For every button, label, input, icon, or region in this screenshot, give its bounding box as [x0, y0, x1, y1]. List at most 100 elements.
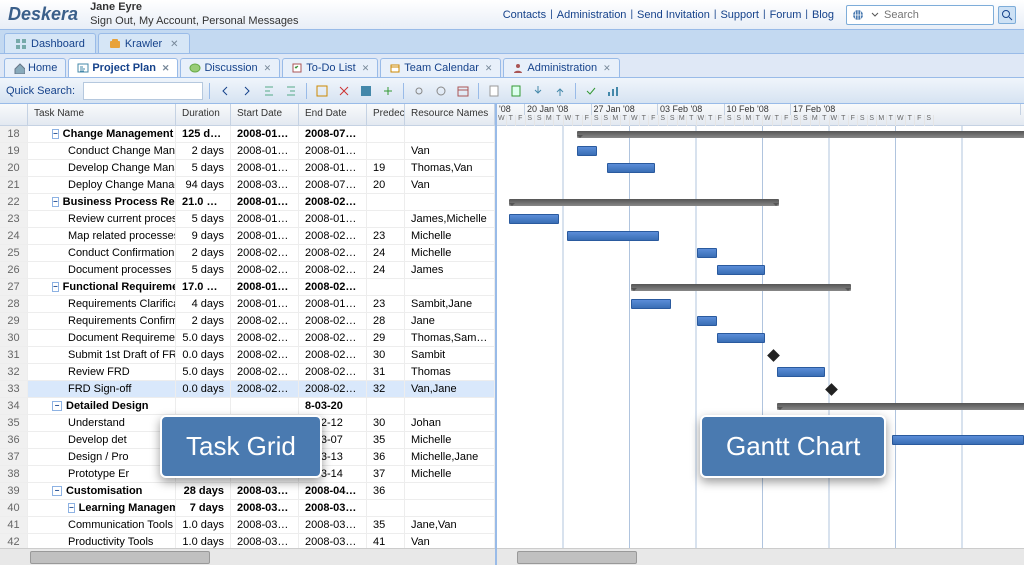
duration[interactable] — [176, 398, 231, 414]
task-row[interactable]: 21Deploy Change Management Act94 days200… — [0, 177, 495, 194]
duration[interactable]: 125 days — [176, 126, 231, 142]
start-date[interactable]: 2008-01-25 — [231, 160, 299, 176]
duration[interactable]: 7 days — [176, 500, 231, 516]
predecessor[interactable]: 24 — [367, 245, 405, 261]
end-date[interactable]: 2008-02-05 — [299, 313, 367, 329]
collapse-icon[interactable]: − — [52, 282, 59, 292]
end-date[interactable]: 2008-07-15 — [299, 177, 367, 193]
predecessor[interactable]: 36 — [367, 483, 405, 499]
task-row[interactable]: 29Requirements Confirmation work2 days20… — [0, 313, 495, 330]
duration[interactable]: 5 days — [176, 211, 231, 227]
toolbar-btn-11[interactable] — [454, 82, 472, 100]
start-date[interactable] — [231, 398, 299, 414]
end-date[interactable]: 2008-01-21 — [299, 211, 367, 227]
start-date[interactable]: 2008-01-22 — [231, 143, 299, 159]
task-bar[interactable] — [777, 367, 825, 377]
task-row[interactable]: 39−Customisation28 days2008-03-172008-04… — [0, 483, 495, 500]
collapse-icon[interactable]: − — [52, 486, 62, 496]
task-row[interactable]: 34−Detailed Design8-03-20 — [0, 398, 495, 415]
toolbar-btn-6[interactable] — [335, 82, 353, 100]
start-date[interactable]: 2008-02-06 — [231, 262, 299, 278]
gantt-scrollbar[interactable] — [497, 548, 1024, 565]
gantt-row[interactable] — [497, 398, 1024, 415]
task-row[interactable]: 19Conduct Change Management Pl2 days2008… — [0, 143, 495, 160]
task-bar[interactable] — [892, 435, 1024, 445]
gantt-row[interactable] — [497, 500, 1024, 517]
sub-tab-administration[interactable]: Administration✕ — [503, 58, 619, 77]
duration[interactable]: 2 days — [176, 245, 231, 261]
task-name[interactable]: FRD Sign-off — [28, 381, 176, 397]
summary-bar[interactable] — [509, 199, 779, 206]
task-name[interactable]: Review current processes — [28, 211, 176, 227]
gantt-row[interactable] — [497, 296, 1024, 313]
end-date[interactable]: 2008-02-05 — [299, 245, 367, 261]
start-date[interactable]: 2008-02-12 — [231, 347, 299, 363]
task-name[interactable]: Develop Change Management Pla — [28, 160, 176, 176]
predecessor[interactable] — [367, 126, 405, 142]
predecessor[interactable]: 35 — [367, 517, 405, 533]
task-name[interactable]: Prototype Er — [28, 466, 176, 482]
task-row[interactable]: 31Submit 1st Draft of FRD0.0 days2008-02… — [0, 347, 495, 364]
sub-tab-discussion[interactable]: Discussion✕ — [180, 58, 280, 77]
close-icon[interactable]: ✕ — [485, 63, 493, 74]
predecessor[interactable]: 31 — [367, 364, 405, 380]
tab-dashboard[interactable]: Dashboard — [4, 33, 96, 53]
duration[interactable]: 5.0 days — [176, 330, 231, 346]
col-taskname[interactable]: Task Name — [28, 104, 176, 125]
resources[interactable] — [405, 126, 495, 142]
collapse-icon[interactable]: − — [52, 197, 59, 207]
predecessor[interactable]: 23 — [367, 228, 405, 244]
gantt-row[interactable] — [497, 245, 1024, 262]
resources[interactable]: Michelle — [405, 228, 495, 244]
predecessor[interactable]: 20 — [367, 177, 405, 193]
close-icon[interactable]: ✕ — [362, 63, 370, 74]
gantt-row[interactable] — [497, 262, 1024, 279]
toolbar-btn-10[interactable] — [432, 82, 450, 100]
task-bar[interactable] — [717, 333, 765, 343]
task-name[interactable]: Requirements Clarification Works — [28, 296, 176, 312]
task-name[interactable]: Communication Tools — [28, 517, 176, 533]
duration[interactable]: 4 days — [176, 296, 231, 312]
gantt-row[interactable] — [497, 483, 1024, 500]
start-date[interactable]: 2008-03-05 — [231, 177, 299, 193]
end-date[interactable]: 2008-01-31 — [299, 160, 367, 176]
sub-tab-home[interactable]: Home — [4, 58, 66, 77]
predecessor[interactable]: 24 — [367, 262, 405, 278]
resources[interactable]: Michelle — [405, 245, 495, 261]
nav-send-invitation[interactable]: Send Invitation — [637, 9, 710, 21]
col-rownum[interactable] — [0, 104, 28, 125]
toolbar-btn-2[interactable] — [238, 82, 256, 100]
resources[interactable]: Michelle,Jane — [405, 449, 495, 465]
end-date[interactable]: 2008-02-19 — [299, 364, 367, 380]
predecessor[interactable] — [367, 211, 405, 227]
resources[interactable]: Sambit,Jane — [405, 296, 495, 312]
gantt-row[interactable] — [497, 143, 1024, 160]
task-bar[interactable] — [631, 299, 671, 309]
col-resources[interactable]: Resource Names — [405, 104, 495, 125]
nav-contacts[interactable]: Contacts — [503, 9, 546, 21]
end-date[interactable]: 2008-03-25 — [299, 500, 367, 516]
search-input[interactable] — [882, 7, 992, 23]
task-bar[interactable] — [607, 163, 655, 173]
gantt-row[interactable] — [497, 381, 1024, 398]
collapse-icon[interactable]: − — [68, 503, 75, 513]
resources[interactable]: Jane — [405, 313, 495, 329]
gantt-row[interactable] — [497, 364, 1024, 381]
gantt-row[interactable] — [497, 126, 1024, 143]
sub-tab-to-do-list[interactable]: To-Do List✕ — [282, 58, 378, 77]
start-date[interactable]: 2008-01-28 — [231, 279, 299, 295]
col-startdate[interactable]: Start Date — [231, 104, 299, 125]
summary-bar[interactable] — [631, 284, 851, 291]
duration[interactable]: 17.0 days — [176, 279, 231, 295]
resources[interactable]: Thomas — [405, 364, 495, 380]
predecessor[interactable]: 28 — [367, 313, 405, 329]
predecessor[interactable]: 30 — [367, 415, 405, 431]
chevron-down-icon[interactable] — [871, 11, 879, 19]
resources[interactable] — [405, 398, 495, 414]
start-date[interactable]: 2008-02-04 — [231, 313, 299, 329]
toolbar-btn-5[interactable] — [313, 82, 331, 100]
resources[interactable]: Van,Jane — [405, 381, 495, 397]
task-name[interactable]: Document processes into Functio — [28, 262, 176, 278]
grid-body[interactable]: 18−Change Management125 days2008-01-2220… — [0, 126, 495, 548]
gantt-row[interactable] — [497, 279, 1024, 296]
